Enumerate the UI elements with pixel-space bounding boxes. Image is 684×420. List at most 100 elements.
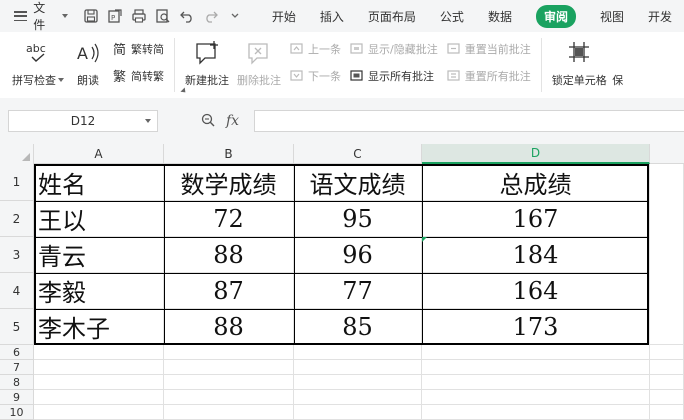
cell-empty[interactable] bbox=[650, 390, 684, 405]
show-hide-comment-button[interactable]: 显示/隐藏批注 bbox=[349, 40, 438, 58]
cell-empty[interactable] bbox=[294, 345, 422, 360]
file-menu[interactable]: 文件 bbox=[0, 0, 76, 32]
cell-c5[interactable]: 85 bbox=[294, 309, 422, 345]
row-header-9[interactable]: 9 bbox=[0, 390, 34, 405]
cell-empty[interactable] bbox=[422, 405, 650, 420]
redo-icon[interactable] bbox=[202, 7, 220, 25]
tab-data[interactable]: 数据 bbox=[476, 0, 524, 32]
row-header-7[interactable]: 7 bbox=[0, 360, 34, 375]
reset-all-comments-label: 重置所有批注 bbox=[464, 70, 531, 83]
print-icon[interactable] bbox=[130, 7, 148, 25]
tab-formulas[interactable]: 公式 bbox=[428, 0, 476, 32]
svg-text:P: P bbox=[111, 14, 115, 22]
tab-page-layout[interactable]: 页面布局 bbox=[356, 0, 428, 32]
cell-empty[interactable] bbox=[34, 405, 164, 420]
row-header-3[interactable]: 3 bbox=[0, 237, 34, 273]
cell-a3[interactable]: 青云 bbox=[34, 237, 164, 273]
chevron-down-icon[interactable] bbox=[145, 119, 151, 123]
select-all-corner[interactable] bbox=[0, 144, 34, 164]
name-box[interactable]: D12 bbox=[8, 110, 158, 132]
undo-icon[interactable] bbox=[178, 7, 196, 25]
tab-developer[interactable]: 开发 bbox=[636, 0, 684, 32]
lock-cell-button[interactable]: 锁定单元格 bbox=[548, 38, 611, 88]
protect-group: 锁定单元格 保 bbox=[548, 32, 629, 98]
cell-empty[interactable] bbox=[164, 390, 294, 405]
cell-d5[interactable]: 173 bbox=[422, 309, 650, 345]
save-icon[interactable] bbox=[82, 7, 100, 25]
cell-empty[interactable] bbox=[422, 375, 650, 390]
cell-b5[interactable]: 88 bbox=[164, 309, 294, 345]
cell-empty[interactable] bbox=[294, 360, 422, 375]
cell-d3[interactable]: 184 bbox=[422, 237, 650, 273]
cell-empty[interactable] bbox=[294, 375, 422, 390]
cell-d1[interactable]: 总成绩 bbox=[422, 164, 650, 201]
tab-review[interactable]: 审阅 bbox=[524, 0, 588, 32]
cell-a2[interactable]: 王以 bbox=[34, 201, 164, 237]
cell-a5[interactable]: 李木子 bbox=[34, 309, 164, 345]
simp-to-trad-button[interactable]: 繁 简转繁 bbox=[112, 67, 164, 85]
cell-c1[interactable]: 语文成绩 bbox=[294, 164, 422, 201]
formula-input[interactable] bbox=[254, 110, 684, 132]
tab-view[interactable]: 视图 bbox=[588, 0, 636, 32]
cell-empty[interactable] bbox=[294, 405, 422, 420]
cell-empty[interactable] bbox=[650, 405, 684, 420]
cell-empty[interactable] bbox=[164, 345, 294, 360]
cell-b4[interactable]: 87 bbox=[164, 273, 294, 309]
row-header-1[interactable]: 1 bbox=[0, 164, 34, 201]
read-aloud-button[interactable]: A 朗读 bbox=[68, 38, 108, 88]
cell-b2[interactable]: 72 bbox=[164, 201, 294, 237]
cell-empty[interactable] bbox=[34, 375, 164, 390]
fx-icon[interactable]: fx bbox=[226, 113, 239, 129]
cell-empty[interactable] bbox=[422, 360, 650, 375]
export-icon[interactable]: P bbox=[106, 7, 124, 25]
tab-home[interactable]: 开始 bbox=[260, 0, 308, 32]
row-header-4[interactable]: 4 bbox=[0, 273, 34, 309]
cell-empty[interactable] bbox=[34, 390, 164, 405]
cell-empty[interactable] bbox=[650, 375, 684, 390]
cell-empty[interactable] bbox=[650, 345, 684, 360]
zoom-search-icon[interactable] bbox=[200, 112, 216, 131]
cell-empty[interactable] bbox=[164, 405, 294, 420]
column-header-c[interactable]: C bbox=[294, 144, 422, 164]
reset-all-comments-button[interactable]: 重置所有批注 bbox=[446, 67, 531, 85]
new-comment-button[interactable]: 新建批注 bbox=[181, 38, 233, 88]
spellcheck-button[interactable]: abc 拼写检查 bbox=[8, 38, 68, 88]
cell-empty[interactable] bbox=[422, 345, 650, 360]
cell-c4[interactable]: 77 bbox=[294, 273, 422, 309]
simp-trad-icon: 繁 bbox=[112, 68, 128, 84]
cell-d2[interactable]: 167 bbox=[422, 201, 650, 237]
column-header-a[interactable]: A bbox=[34, 144, 164, 164]
row-header-8[interactable]: 8 bbox=[0, 375, 34, 390]
row-header-10[interactable]: 10 bbox=[0, 405, 34, 420]
cell-d4[interactable]: 164 bbox=[422, 273, 650, 309]
reset-current-comment-button[interactable]: 重置当前批注 bbox=[446, 40, 531, 58]
cell-empty[interactable] bbox=[294, 390, 422, 405]
more-icon[interactable] bbox=[226, 7, 244, 25]
delete-comment-button[interactable]: 删除批注 bbox=[233, 38, 285, 88]
cell-empty[interactable] bbox=[422, 390, 650, 405]
cell-c2[interactable]: 95 bbox=[294, 201, 422, 237]
cell-empty[interactable] bbox=[650, 164, 684, 345]
cell-a4[interactable]: 李毅 bbox=[34, 273, 164, 309]
row-header-5[interactable]: 5 bbox=[0, 309, 34, 345]
cell-b1[interactable]: 数学成绩 bbox=[164, 164, 294, 201]
tab-insert[interactable]: 插入 bbox=[308, 0, 356, 32]
row-header-6[interactable]: 6 bbox=[0, 345, 34, 360]
trad-to-simp-button[interactable]: 简 繁转简 bbox=[112, 40, 164, 58]
show-all-comments-button[interactable]: 显示所有批注 bbox=[349, 67, 438, 85]
row-header-2[interactable]: 2 bbox=[0, 201, 34, 237]
column-header-d[interactable]: D bbox=[422, 144, 650, 164]
print-preview-icon[interactable] bbox=[154, 7, 172, 25]
cell-empty[interactable] bbox=[34, 345, 164, 360]
cell-b3[interactable]: 88 bbox=[164, 237, 294, 273]
cell-c3[interactable]: 96 bbox=[294, 237, 422, 273]
cell-a1[interactable]: 姓名 bbox=[34, 164, 164, 201]
cell-empty[interactable] bbox=[34, 360, 164, 375]
cell-empty[interactable] bbox=[164, 360, 294, 375]
prev-comment-button[interactable]: 上一条 bbox=[289, 40, 341, 58]
cell-empty[interactable] bbox=[650, 360, 684, 375]
protect-button-truncated[interactable]: 保 bbox=[611, 38, 629, 88]
next-comment-button[interactable]: 下一条 bbox=[289, 67, 341, 85]
cell-empty[interactable] bbox=[164, 375, 294, 390]
column-header-b[interactable]: B bbox=[164, 144, 294, 164]
